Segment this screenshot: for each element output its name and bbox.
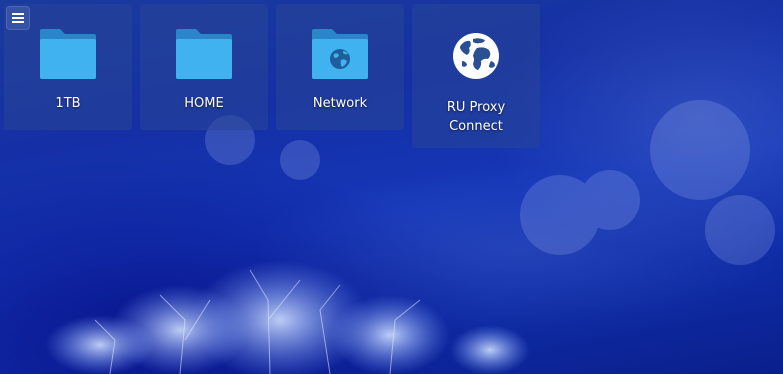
desktop-icon-ru-proxy-connect[interactable]: RU Proxy Connect bbox=[412, 4, 540, 148]
folder-icon bbox=[38, 26, 98, 82]
desktop-icon-label: 1TB bbox=[55, 96, 81, 111]
desktop-icon-network[interactable]: Network bbox=[276, 4, 404, 130]
menu-button[interactable] bbox=[6, 6, 30, 30]
hamburger-menu-icon bbox=[12, 13, 24, 23]
globe-icon bbox=[446, 28, 506, 84]
desktop-icon-label: HOME bbox=[184, 96, 224, 111]
desktop: 1TB HOME Network RU Proxy Connect bbox=[0, 0, 783, 374]
network-folder-icon bbox=[310, 26, 370, 82]
desktop-icon-home[interactable]: HOME bbox=[140, 4, 268, 130]
desktop-icon-label: RU Proxy Connect bbox=[446, 100, 506, 134]
folder-icon bbox=[174, 26, 234, 82]
desktop-icon-label: Network bbox=[312, 96, 368, 111]
